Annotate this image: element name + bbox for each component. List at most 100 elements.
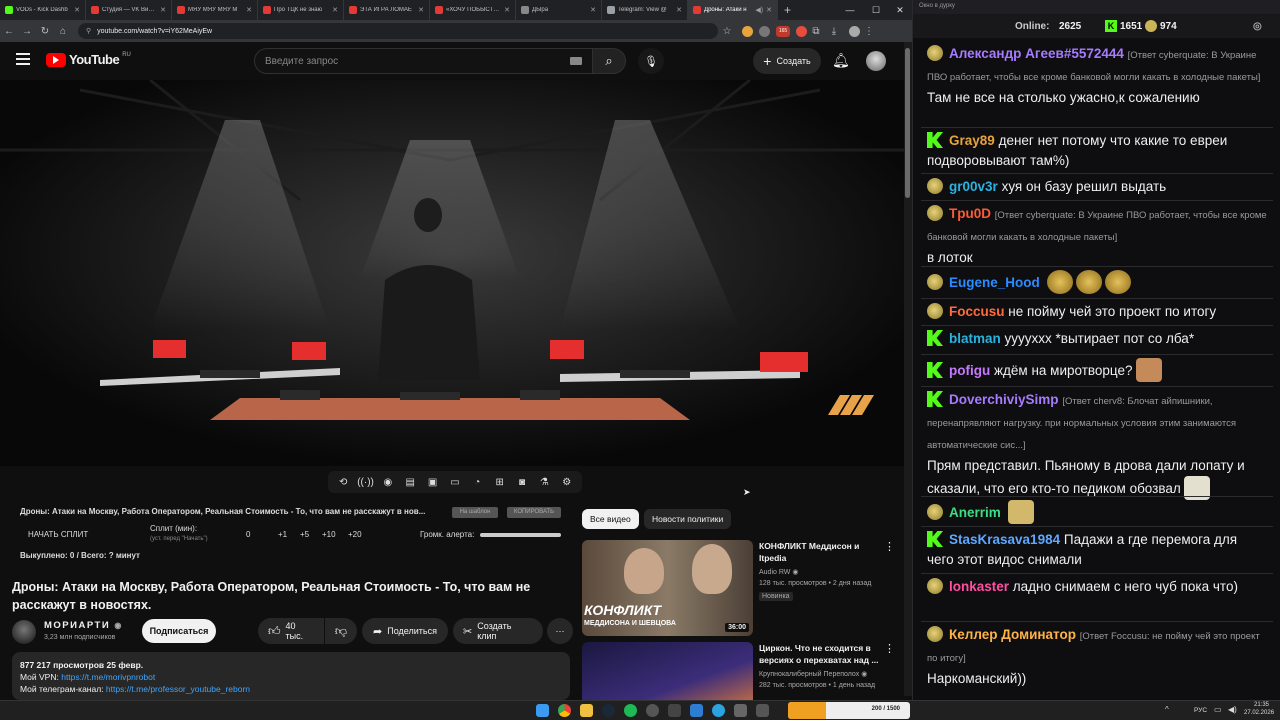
chat-username[interactable]: StasKrasava1984 <box>949 532 1060 547</box>
telegram-icon[interactable] <box>712 704 725 717</box>
chat-username[interactable]: Foccusu <box>949 304 1005 319</box>
dislike-button[interactable]: 👎︎ <box>325 618 357 644</box>
close-window-button[interactable]: ✕ <box>888 0 912 20</box>
close-icon[interactable]: ✕ <box>332 6 338 14</box>
rec-menu-icon[interactable]: ⋮ <box>884 540 895 553</box>
vpn-link[interactable]: https://t.me/morivpnrobot <box>61 672 155 682</box>
close-icon[interactable]: ✕ <box>160 6 166 14</box>
chat-username[interactable]: pofigu <box>949 363 990 378</box>
like-button[interactable]: 👍︎ 40 тыс. <box>258 618 324 644</box>
tab-1[interactable]: Студия — VK Видео ✕ <box>86 0 172 20</box>
video-player[interactable] <box>0 80 904 466</box>
profile-avatar[interactable] <box>849 25 860 37</box>
search-input[interactable]: Введите запрос <box>254 48 596 74</box>
channel-avatar[interactable] <box>12 620 36 644</box>
speed-icon[interactable]: ◔ <box>471 476 484 489</box>
network-icon[interactable]: ▭ <box>1214 705 1222 714</box>
extension-badge-icon[interactable]: 165 <box>776 25 790 37</box>
chrome-icon[interactable] <box>558 704 571 717</box>
forward-icon[interactable]: → <box>18 26 36 37</box>
file-explorer-icon[interactable] <box>580 704 593 717</box>
telegram-link[interactable]: https://t.me/professor_youtube_reborn <box>106 684 250 694</box>
extension-icon[interactable] <box>796 25 807 37</box>
extension-icon[interactable] <box>742 25 753 37</box>
spotify-icon[interactable] <box>624 704 637 717</box>
chat-username[interactable]: Eugene_Hood <box>949 275 1040 290</box>
ext-template-button[interactable]: На шаблон <box>452 507 498 518</box>
clock-date[interactable]: 27.02.2026 <box>1244 710 1274 716</box>
frame-icon[interactable]: ▭ <box>448 476 461 489</box>
add-box-icon[interactable]: ⊞ <box>493 476 506 489</box>
chat-username[interactable]: lonkaster <box>949 579 1009 594</box>
audio-wave-icon[interactable]: ((·)) <box>357 476 374 489</box>
tab-6[interactable]: ДЫра ✕ <box>516 0 602 20</box>
video-thumbnail[interactable]: КОНФЛИКТ МЕДДИСОНА И ШЕВЦОВА 36:00 <box>582 540 753 636</box>
tab-7[interactable]: Telegram: View @ ✕ <box>602 0 688 20</box>
account-avatar[interactable] <box>866 51 886 71</box>
recommended-video[interactable]: Циркон. Что не сходится в версиях о пере… <box>582 642 904 700</box>
more-actions-button[interactable]: ⋯ <box>547 618 573 644</box>
close-icon[interactable]: ✕ <box>418 6 424 14</box>
reload-icon[interactable]: ↻ <box>36 26 54 37</box>
split-value-5[interactable]: +5 <box>300 530 309 539</box>
rec-title[interactable]: Циркон. Что не сходится в версиях о пере… <box>759 642 889 666</box>
share-button[interactable]: ➦ Поделиться <box>362 618 448 644</box>
url-field[interactable]: ⚲ youtube.com/watch?v=iY62MeAiyEw <box>78 23 718 39</box>
video-thumbnail[interactable] <box>582 642 753 700</box>
ext-copy-button[interactable]: КОПИРОВАТЬ <box>507 507 561 518</box>
rec-menu-icon[interactable]: ⋮ <box>884 642 895 655</box>
split-value-10[interactable]: +10 <box>322 530 336 539</box>
tab-5[interactable]: «ХОЧУ ПОБЫСТРЕ ✕ <box>430 0 516 20</box>
chat-username[interactable]: Келлер Доминатор <box>949 627 1076 642</box>
camera-icon[interactable]: ◙ <box>516 476 529 489</box>
keyboard-icon[interactable] <box>570 57 582 65</box>
screenshot-icon[interactable]: ◉ <box>381 476 394 489</box>
alert-volume-slider[interactable] <box>480 533 561 537</box>
site-info-icon[interactable]: ⚲ <box>86 27 91 35</box>
tab-8-active[interactable]: Дроны: Атаки н ◀) ✕ <box>688 0 778 20</box>
close-icon[interactable]: ✕ <box>504 6 510 14</box>
chat-username[interactable]: Gray89 <box>949 133 995 148</box>
search-button[interactable]: ⌕ <box>592 48 626 74</box>
scrollbar-thumb[interactable] <box>905 48 910 198</box>
clip-button[interactable]: ✂ Создать клип <box>453 618 543 644</box>
app-icon[interactable] <box>668 704 681 717</box>
tab-2[interactable]: МЯУ МЯУ МЯУ М ✕ <box>172 0 258 20</box>
new-tab-button[interactable]: + <box>778 3 797 17</box>
tab-3[interactable]: Про ТЦК не знаю ✕ <box>258 0 344 20</box>
chat-username[interactable]: gr00v3r <box>949 179 998 194</box>
tray-chevron-icon[interactable]: ^ <box>1165 705 1169 714</box>
home-icon[interactable]: ⌂ <box>54 26 72 37</box>
youtube-logo[interactable]: YouTube RU <box>46 52 131 67</box>
subscribe-button[interactable]: Подписаться <box>142 619 216 643</box>
split-value-20[interactable]: +20 <box>348 530 362 539</box>
minimize-button[interactable]: — <box>838 0 862 20</box>
recommended-video[interactable]: КОНФЛИКТ МЕДДИСОНА И ШЕВЦОВА 36:00 КОНФЛ… <box>582 540 904 640</box>
media-player-icon[interactable] <box>690 704 703 717</box>
tab-4[interactable]: ЭТА ИГРА ЛОМАЕ ✕ <box>344 0 430 20</box>
back-icon[interactable]: ← <box>0 26 18 37</box>
close-icon[interactable]: ✕ <box>676 6 682 14</box>
split-value-1[interactable]: +1 <box>278 530 287 539</box>
mic-button[interactable]: 🎙 <box>638 48 664 74</box>
bookmark-star-icon[interactable]: ☆ <box>718 26 736 37</box>
app-icon[interactable] <box>756 704 769 717</box>
menu-icon[interactable]: ⋮ <box>860 26 878 37</box>
chat-username[interactable]: blatman <box>949 331 1001 346</box>
settings-icon[interactable]: ◎ <box>1253 21 1262 32</box>
puzzle-icon[interactable]: ⧉ <box>807 26 825 37</box>
close-icon[interactable]: ✕ <box>74 6 80 14</box>
description-box[interactable]: 877 217 просмотров 25 февр. Мой VPN: htt… <box>12 652 570 700</box>
notifications-bell-icon[interactable]: 🔔︎ <box>832 52 850 69</box>
split-value-0[interactable]: 0 <box>246 530 250 539</box>
hamburger-menu-icon[interactable] <box>16 53 30 65</box>
picture-in-picture-icon[interactable]: ▣ <box>426 476 439 489</box>
channel-name[interactable]: МОРИАРТИ ◉ <box>44 620 123 631</box>
chat-username[interactable]: Anerrim <box>949 505 1001 520</box>
steam-icon[interactable] <box>602 704 615 717</box>
create-button[interactable]: + Создать <box>753 48 821 74</box>
split-start-button[interactable]: НАЧАТЬ СПЛИТ <box>28 530 88 539</box>
close-icon[interactable]: ✕ <box>246 6 252 14</box>
keyboard-language[interactable]: РУС <box>1194 707 1207 714</box>
app-icon[interactable] <box>734 704 747 717</box>
